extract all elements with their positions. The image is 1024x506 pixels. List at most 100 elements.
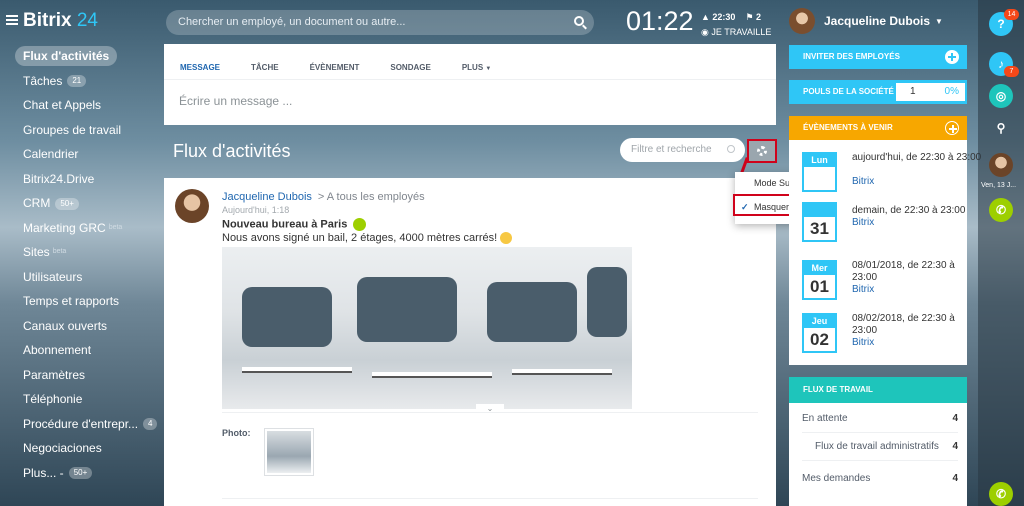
logo[interactable]: Bitrix 24 bbox=[23, 10, 98, 32]
chevron-down-icon: ▼ bbox=[935, 16, 943, 26]
menu-item-marketing[interactable]: Marketing GRC beta bbox=[0, 216, 164, 241]
menu-item-canaux[interactable]: Canaux ouverts bbox=[0, 314, 164, 339]
user-menu[interactable]: Jacqueline Dubois ▼ bbox=[789, 8, 943, 34]
chat-icon[interactable]: ◎ bbox=[989, 84, 1013, 108]
post-composer: MESSAGE TÂCHE ÉVÈNEMENT SONDAGE PLUS ▼ É… bbox=[164, 44, 776, 125]
event-item[interactable]: 31 demain, de 22:30 à 23:00 Bitrix bbox=[802, 202, 965, 247]
feed-post: Jacqueline Dubois > A tous les employés A… bbox=[164, 178, 776, 506]
smile-icon bbox=[500, 232, 513, 245]
menu-item-sites[interactable]: Sites beta bbox=[0, 240, 164, 265]
pouls-value: 1 0% bbox=[896, 83, 965, 101]
menu-burger-icon[interactable] bbox=[6, 15, 18, 25]
search-input[interactable]: Chercher un employé, un document ou autr… bbox=[166, 10, 594, 35]
search-icon bbox=[727, 145, 735, 153]
post-text: Nous avons signé un bail, 2 étages, 4000… bbox=[222, 232, 513, 245]
menu-item-negociaciones[interactable]: Negociaciones bbox=[0, 436, 164, 461]
event-time: 08/01/2018, de 22:30 à 23:00 bbox=[852, 260, 955, 283]
menu-item-drive[interactable]: Bitrix24.Drive bbox=[0, 167, 164, 192]
post-author[interactable]: Jacqueline Dubois > A tous les employés bbox=[222, 191, 425, 203]
plus-icon bbox=[945, 50, 959, 64]
composer-tabs: MESSAGE TÂCHE ÉVÈNEMENT SONDAGE PLUS ▼ bbox=[164, 44, 776, 80]
clock-meta[interactable]: ▲ 22:30 ⚑ 2 ◉ JE TRAVAILLE bbox=[701, 10, 781, 40]
menu-item-groupes[interactable]: Groupes de travail bbox=[0, 118, 164, 143]
menu-item-plus[interactable]: Plus... -50+ bbox=[0, 461, 164, 486]
flag-icon: ⚑ 2 bbox=[745, 12, 762, 22]
event-time: 08/02/2018, de 22:30 à 23:00 bbox=[852, 313, 955, 336]
invite-button[interactable]: INVITER DES EMPLOYÉS bbox=[789, 45, 967, 69]
event-item[interactable]: Mer 01 08/01/2018, de 22:30 à 23:00 Bitri… bbox=[802, 260, 962, 305]
workflow-row[interactable]: En attente 4 bbox=[802, 405, 958, 433]
phone-call-icon[interactable]: ✆ bbox=[989, 482, 1013, 506]
photo-thumbnail[interactable] bbox=[264, 428, 314, 476]
tab-evenement[interactable]: ÉVÈNEMENT bbox=[310, 44, 360, 80]
event-link[interactable]: Bitrix bbox=[852, 337, 874, 348]
pouls-button[interactable]: POULS DE LA SOCIÉTÉ 1 0% bbox=[789, 80, 967, 104]
workflow-row[interactable]: Mes demandes 4 bbox=[802, 465, 958, 493]
divider bbox=[222, 412, 758, 413]
rail-date: Ven, 13 J... bbox=[981, 182, 1017, 189]
menu-item-parametres[interactable]: Paramètres bbox=[0, 363, 164, 388]
events-header: ÉVÈNEMENTS À VENIR bbox=[789, 116, 967, 140]
left-menu: Flux d'activités Tâches 21 Chat et Appels… bbox=[0, 44, 164, 485]
event-time: aujourd'hui, de 22:30 à 23:00 bbox=[852, 152, 982, 163]
calendar-icon: Jeu 02 bbox=[802, 313, 837, 353]
workflow-row[interactable]: Flux de travail administratifs 4 bbox=[802, 433, 958, 461]
search-icon[interactable]: ⚲ bbox=[989, 116, 1013, 140]
search-placeholder: Chercher un employé, un document ou autr… bbox=[178, 16, 406, 28]
message-input[interactable]: Écrire un message ... bbox=[164, 80, 776, 122]
clock[interactable]: 01:22 bbox=[626, 6, 694, 37]
event-link[interactable]: Bitrix bbox=[852, 217, 874, 228]
calendar-icon: Lun bbox=[802, 152, 837, 192]
avatar[interactable] bbox=[175, 189, 209, 223]
tab-tache[interactable]: TÂCHE bbox=[251, 44, 279, 80]
photo-label: Photo: bbox=[222, 428, 251, 438]
post-date: Aujourd'hui, 1:18 bbox=[222, 205, 290, 215]
tab-sondage[interactable]: SONDAGE bbox=[390, 44, 430, 80]
page-title: Flux d'activités bbox=[173, 141, 291, 161]
plus-icon[interactable] bbox=[945, 121, 959, 135]
post-destination[interactable]: > A tous les employés bbox=[318, 191, 425, 203]
event-link[interactable]: Bitrix bbox=[852, 284, 874, 295]
events-widget: ÉVÈNEMENTS À VENIR Lun aujourd'hui, de 2… bbox=[789, 116, 981, 365]
menu-item-chat[interactable]: Chat et Appels bbox=[0, 93, 164, 118]
tab-plus[interactable]: PLUS ▼ bbox=[462, 44, 492, 80]
avatar[interactable] bbox=[989, 153, 1013, 177]
check-icon: ✓ bbox=[741, 202, 749, 212]
settings-button[interactable] bbox=[747, 139, 777, 163]
divider bbox=[222, 498, 758, 499]
menu-item-abonnement[interactable]: Abonnement bbox=[0, 338, 164, 363]
phone-icon[interactable]: ✆ bbox=[989, 198, 1013, 222]
chevron-down-icon: ▼ bbox=[485, 66, 492, 72]
calendar-icon: 31 bbox=[802, 202, 837, 242]
menu-item-calendrier[interactable]: Calendrier bbox=[0, 142, 164, 167]
event-link[interactable]: Bitrix bbox=[852, 176, 874, 187]
calendar-icon: Mer 01 bbox=[802, 260, 837, 300]
menu-item-telephonie[interactable]: Téléphonie bbox=[0, 387, 164, 412]
event-item[interactable]: Jeu 02 08/02/2018, de 22:30 à 23:00 Bitri… bbox=[802, 313, 962, 358]
user-name: Jacqueline Dubois bbox=[824, 14, 931, 28]
filter-input[interactable]: Filtre et recherche bbox=[620, 138, 745, 162]
right-rail: ? 14 ♪ 7 ◎ ⚲ Ven, 13 J... ✆ ✆ bbox=[978, 0, 1024, 506]
menu-item-procedure[interactable]: Procédure d'entrepr... 4 bbox=[0, 412, 164, 437]
work-status[interactable]: ◉ JE TRAVAILLE bbox=[701, 25, 781, 40]
search-icon[interactable] bbox=[574, 16, 584, 26]
menu-item-temps[interactable]: Temps et rapports bbox=[0, 289, 164, 314]
help-badge: 14 bbox=[1004, 9, 1019, 20]
workflow-widget: FLUX DE TRAVAIL En attente 4 Flux de trav… bbox=[789, 377, 967, 506]
menu-item-utilisateurs[interactable]: Utilisateurs bbox=[0, 265, 164, 290]
filter-placeholder: Filtre et recherche bbox=[631, 144, 712, 155]
menu-item-taches[interactable]: Tâches 21 bbox=[0, 69, 164, 94]
menu-item-flux[interactable]: Flux d'activités bbox=[0, 44, 164, 69]
menu-item-crm[interactable]: CRM 50+ bbox=[0, 191, 164, 216]
notification-badge: 7 bbox=[1004, 66, 1019, 77]
post-image[interactable] bbox=[222, 247, 632, 409]
post-title: Nouveau bureau à Paris bbox=[222, 218, 367, 231]
badge-icon bbox=[353, 218, 367, 231]
tab-message[interactable]: MESSAGE bbox=[180, 44, 220, 80]
alarm-icon: ▲ 22:30 bbox=[701, 12, 736, 22]
event-time: demain, de 22:30 à 23:00 bbox=[852, 205, 966, 216]
avatar bbox=[789, 8, 815, 34]
event-item[interactable]: Lun aujourd'hui, de 22:30 à 23:00 Bitrix bbox=[802, 152, 981, 197]
gear-icon bbox=[757, 146, 767, 156]
workflow-header: FLUX DE TRAVAIL bbox=[789, 377, 967, 403]
